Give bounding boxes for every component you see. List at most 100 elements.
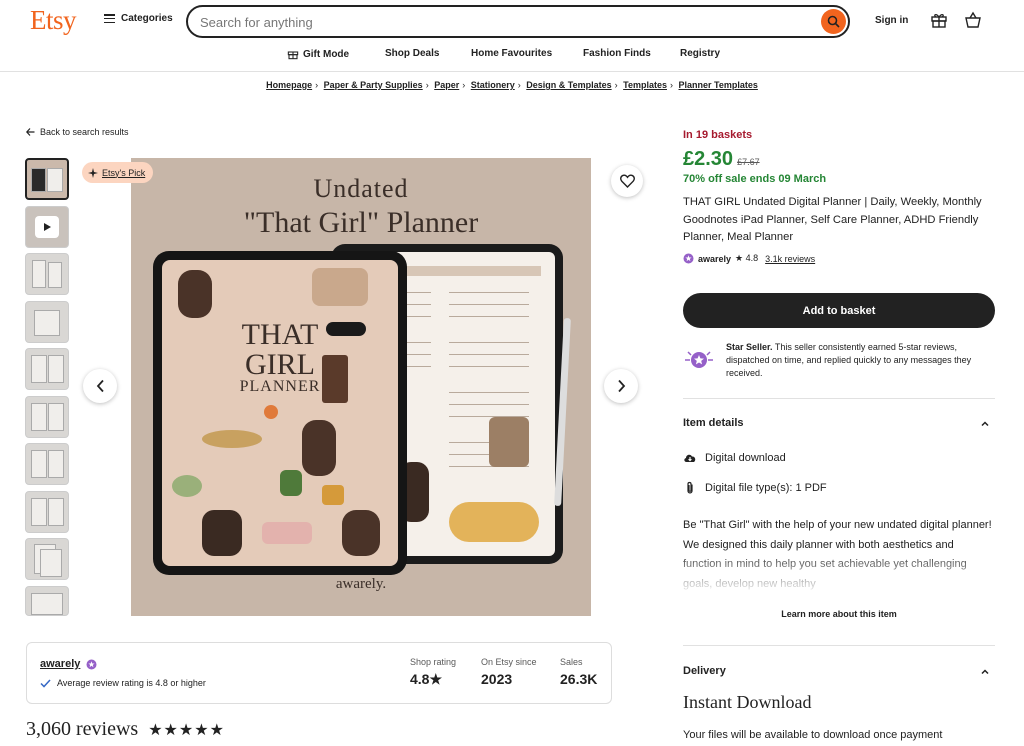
shop-rating-row: awarely ★ 4.8 3.1k reviews [683, 253, 995, 264]
thumbnail[interactable] [25, 538, 69, 580]
delivery-heading[interactable]: Delivery [683, 665, 995, 677]
breadcrumb-link[interactable]: Planner Templates [679, 80, 758, 90]
paperclip-icon [687, 481, 693, 494]
star-seller-label: Star Seller. [726, 342, 773, 352]
stat-shop-rating: Shop rating 4.8★ [410, 657, 456, 688]
nav-item-label: Registry [680, 48, 721, 59]
nav-fashion-finds[interactable]: Fashion Finds [583, 48, 651, 59]
etsys-pick-badge[interactable]: Etsy's Pick [82, 162, 154, 183]
sparkle-icon [88, 167, 98, 178]
nav-shop-deals[interactable]: Shop Deals [385, 48, 439, 59]
detail-text: Digital file type(s): 1 PDF [705, 482, 827, 494]
next-image-button[interactable] [604, 369, 638, 403]
thumbnail[interactable] [25, 300, 69, 343]
thumbnail[interactable] [25, 158, 69, 200]
shop-link[interactable]: awarely [698, 254, 731, 264]
stat-value: 4.8★ [410, 671, 443, 687]
breadcrumb-link[interactable]: Paper [434, 80, 459, 90]
delivery-text: Your files will be available to download… [683, 729, 943, 741]
image-title-line2: "That Girl" Planner [243, 206, 479, 239]
add-to-basket-button[interactable]: Add to basket [683, 293, 995, 328]
nav-gift-mode[interactable]: Gift Mode [287, 48, 349, 60]
search-button[interactable] [821, 9, 846, 34]
cover-text-line2: GIRL [245, 348, 315, 381]
star-seller-badge-icon [86, 659, 97, 669]
thumbnail-strip [25, 158, 70, 621]
chevron-up-icon[interactable] [980, 419, 990, 429]
favourite-button[interactable] [611, 165, 643, 197]
delivery-title: Instant Download [683, 692, 812, 712]
video-thumbnail[interactable] [25, 205, 69, 248]
detail-file-type: Digital file type(s): 1 PDF [683, 481, 995, 495]
previous-image-button[interactable] [83, 369, 117, 403]
categories-button[interactable]: Categories [104, 13, 173, 24]
breadcrumb-link[interactable]: Design & Templates [526, 80, 611, 90]
current-price: £2.30 [683, 148, 734, 170]
cover-text-line3: PLANNER [239, 378, 321, 395]
reviews-stars: ★★★★★ [148, 720, 225, 739]
breadcrumb-link[interactable]: Stationery [471, 80, 515, 90]
learn-more-button[interactable]: Learn more about this item [683, 609, 995, 619]
breadcrumb-link[interactable]: Templates [623, 80, 667, 90]
item-details-heading[interactable]: Item details [683, 417, 995, 429]
heart-icon [619, 174, 635, 188]
divider [683, 645, 995, 646]
stat-label: Shop rating [410, 657, 457, 667]
reviews-link[interactable]: 3.1k reviews [765, 254, 815, 264]
ipad-front-illustration: THAT GIRL PLANNER [153, 251, 407, 575]
image-brand-text: awarely. [335, 576, 387, 592]
breadcrumb-link[interactable]: Paper & Party Supplies [324, 80, 423, 90]
search-input[interactable] [200, 13, 800, 31]
nav-item-label: Gift Mode [303, 48, 350, 60]
arrow-left-icon [26, 128, 35, 136]
shop-name-link[interactable]: awarely [40, 658, 97, 670]
thumbnail[interactable] [25, 395, 69, 438]
nav-registry[interactable]: Registry [680, 48, 720, 59]
description-fade [683, 548, 995, 596]
categories-label: Categories [121, 13, 173, 24]
product-main-image[interactable]: Undated "That Girl" Planner THAT GIRL PL… [131, 158, 591, 616]
chevron-right-icon [617, 379, 625, 393]
search-icon [827, 15, 840, 28]
sale-notice: 70% off sale ends 09 March [683, 173, 827, 185]
original-price: £7.67 [737, 157, 760, 167]
thumbnail[interactable] [25, 443, 69, 485]
thumbnail[interactable] [25, 253, 69, 295]
basket-icon[interactable] [964, 11, 982, 29]
cloud-download-icon [684, 454, 696, 462]
nav-item-label: Shop Deals [385, 48, 440, 59]
shop-info-card: awarely Average review rating is 4.8 or … [26, 642, 612, 704]
stat-label: On Etsy since [481, 657, 537, 667]
menu-icon [104, 14, 115, 23]
nav-item-label: Home Favourites [471, 48, 553, 59]
thumbnail[interactable] [25, 348, 69, 390]
shop-name: awarely [40, 658, 81, 670]
thumbnail[interactable] [25, 585, 69, 616]
gift-icon[interactable] [930, 11, 948, 29]
check-icon [40, 678, 51, 688]
nav-home-favourites[interactable]: Home Favourites [471, 48, 552, 59]
header: Etsy Categories Sign in [0, 0, 1024, 42]
reviews-heading: 3,060 reviews ★★★★★ [26, 718, 225, 741]
detail-digital-download: Digital download [683, 452, 995, 464]
chevron-up-icon[interactable] [980, 667, 990, 677]
star-seller-note: Star Seller. This seller consistently ea… [726, 341, 994, 380]
etsy-logo[interactable]: Etsy [30, 5, 77, 36]
badge-label: Etsy's Pick [102, 167, 146, 178]
detail-text: Digital download [705, 452, 786, 464]
thumbnail[interactable] [25, 490, 69, 533]
stat-sales: Sales 26.3K [560, 657, 597, 687]
product-title: THAT GIRL Undated Digital Planner | Dail… [683, 196, 982, 243]
stat-value: 26.3K [560, 671, 598, 687]
play-icon [35, 215, 59, 238]
sign-in-link[interactable]: Sign in [875, 15, 908, 26]
back-to-search-link[interactable]: Back to search results [26, 127, 129, 137]
image-title-line1: Undated [313, 174, 409, 203]
price-row: £2.30 £7.67 [683, 148, 995, 171]
reviews-count: 3,060 reviews [26, 718, 139, 740]
average-rating-note: Average review rating is 4.8 or higher [40, 678, 206, 688]
breadcrumb-link[interactable]: Homepage [266, 80, 312, 90]
stat-on-etsy-since: On Etsy since 2023 [481, 657, 537, 687]
average-rating-text: Average review rating is 4.8 or higher [57, 678, 206, 688]
breadcrumb: Homepage › Paper & Party Supplies › Paper ›… [266, 80, 758, 90]
